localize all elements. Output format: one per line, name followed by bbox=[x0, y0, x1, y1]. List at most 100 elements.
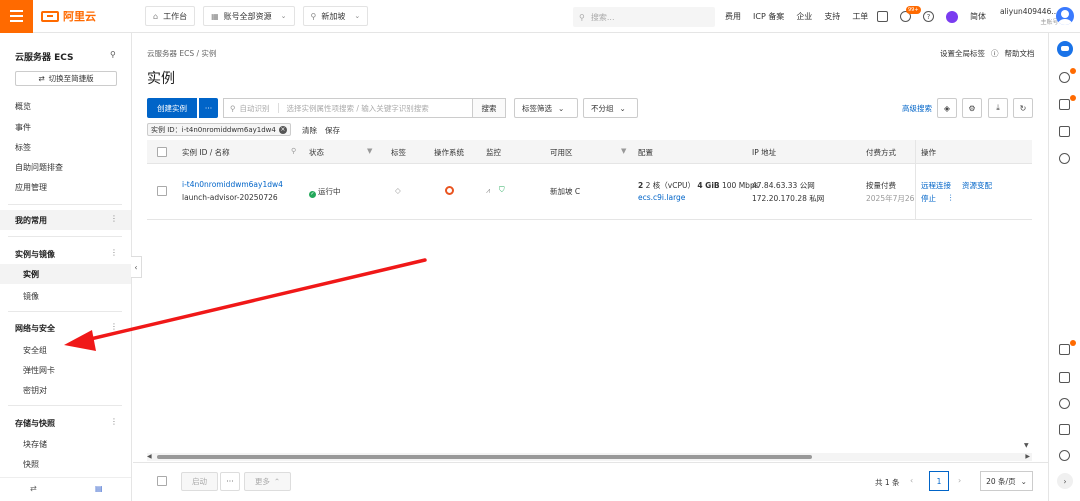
layout-icon[interactable]: ▤ bbox=[95, 484, 103, 493]
footer-select-all-checkbox[interactable] bbox=[157, 476, 167, 486]
avatar[interactable] bbox=[1056, 7, 1074, 25]
scrollbar-thumb[interactable] bbox=[157, 455, 812, 459]
download-icon[interactable]: ⤓ bbox=[988, 98, 1008, 118]
sidebar-item-tags[interactable]: 标签 bbox=[15, 142, 31, 153]
save-filter-link[interactable]: 保存 bbox=[325, 125, 340, 136]
resize-link[interactable]: 资源变配 bbox=[962, 180, 992, 191]
header-link-ticket[interactable]: 工单 bbox=[852, 11, 868, 22]
global-tag-settings-link[interactable]: 设置全局标签 bbox=[940, 48, 985, 59]
scroll-left-arrow-icon[interactable]: ◀ bbox=[147, 453, 152, 460]
list-icon[interactable] bbox=[1059, 126, 1070, 137]
help-docs-link[interactable]: 帮助文档 bbox=[1005, 48, 1035, 59]
inbox-icon[interactable] bbox=[1059, 99, 1070, 110]
sidebar-item-keypairs[interactable]: 密钥对 bbox=[23, 385, 47, 396]
more-vertical-icon[interactable]: ⋮ bbox=[110, 248, 118, 257]
filter-icon[interactable]: ▼ bbox=[367, 147, 372, 155]
scroll-down-arrow-icon[interactable]: ▼ bbox=[1024, 442, 1029, 449]
sidebar-group-network-security[interactable]: 网络与安全 bbox=[15, 323, 55, 334]
more-actions-dropdown[interactable]: 更多 ⌃ bbox=[244, 472, 291, 491]
sidebar-group-favorites[interactable]: 我的常用 bbox=[15, 215, 47, 226]
create-instance-button[interactable]: 创建实例 bbox=[147, 98, 197, 118]
close-icon[interactable]: × bbox=[278, 125, 287, 134]
switch-version-button[interactable]: ⇄ 切换至简捷版 bbox=[15, 71, 117, 86]
more-vertical-icon[interactable]: ⋮ bbox=[110, 214, 118, 223]
language-switch[interactable]: 简体 bbox=[970, 11, 986, 22]
sidebar-item-eni[interactable]: 弹性网卡 bbox=[23, 365, 55, 376]
instance-id-link[interactable]: i-t4n0nromiddwm6ay1dw4 bbox=[182, 180, 283, 189]
search-icon[interactable]: ⚲ bbox=[110, 50, 116, 59]
calendar-icon[interactable] bbox=[1059, 372, 1070, 383]
global-search-input[interactable]: ⚲ 搜索... bbox=[573, 7, 715, 27]
scroll-right-arrow-icon[interactable]: ▶ bbox=[1025, 453, 1030, 460]
message-icon[interactable] bbox=[877, 11, 888, 22]
sidebar-item-app-management[interactable]: 应用管理 bbox=[15, 182, 47, 193]
sidebar-item-snapshots[interactable]: 快照 bbox=[23, 459, 39, 470]
more-vertical-icon[interactable]: ⋮ bbox=[110, 322, 118, 331]
layers-icon[interactable]: ◈ bbox=[937, 98, 957, 118]
more-vertical-icon[interactable]: ⋮ bbox=[947, 193, 955, 202]
prev-page-chevron-left-icon[interactable]: ‹ bbox=[910, 476, 913, 485]
start-button[interactable]: 启动 bbox=[181, 472, 218, 491]
account-scope-dropdown[interactable]: ▦ 账号全部资源 ⌄ bbox=[203, 6, 295, 26]
search-button[interactable]: 搜索 bbox=[473, 98, 506, 118]
breadcrumb[interactable]: 云服务器 ECS / 实例 bbox=[147, 48, 216, 59]
sidebar-item-overview[interactable]: 概览 bbox=[15, 101, 31, 112]
header-link-enterprise[interactable]: 企业 bbox=[796, 11, 812, 22]
instance-search-input[interactable]: ⚲ 自动识别 选择实例属性项搜索 / 输入关键字识别搜索 bbox=[223, 98, 473, 118]
user-info[interactable]: aliyun409446... 主账号 bbox=[1000, 6, 1059, 28]
search-mode-label[interactable]: 自动识别 bbox=[240, 103, 270, 114]
create-more-button[interactable]: ··· bbox=[199, 98, 218, 118]
footer-more-dots-button[interactable]: ··· bbox=[220, 472, 240, 491]
filter-icon[interactable]: ▼ bbox=[621, 147, 626, 155]
expand-chevron-right-icon[interactable]: › bbox=[1057, 473, 1073, 489]
header-link-billing[interactable]: 费用 bbox=[725, 11, 741, 22]
next-page-chevron-right-icon[interactable]: › bbox=[958, 476, 961, 485]
ai-bot-icon[interactable] bbox=[1057, 41, 1073, 57]
sidebar-item-instances[interactable]: 实例 bbox=[23, 269, 39, 280]
swap-icon[interactable]: ⇄ bbox=[30, 484, 37, 493]
instance-type-link[interactable]: ecs.c9i.large bbox=[638, 193, 685, 202]
clear-filter-link[interactable]: 清除 bbox=[302, 125, 317, 136]
aliyun-logo[interactable]: 阿里云 bbox=[41, 8, 103, 24]
help-icon[interactable]: ? bbox=[923, 11, 934, 22]
gear-icon[interactable] bbox=[1059, 398, 1070, 409]
search-icon[interactable] bbox=[1059, 72, 1070, 83]
row-checkbox[interactable] bbox=[157, 186, 167, 196]
sidebar-group-instances-images[interactable]: 实例与镜像 bbox=[15, 249, 55, 260]
group-by-dropdown[interactable]: 不分组 ⌄ bbox=[583, 98, 638, 118]
help-icon[interactable] bbox=[1059, 153, 1070, 164]
select-all-checkbox[interactable] bbox=[157, 147, 167, 157]
horizontal-scrollbar[interactable]: ◀ ▶ bbox=[147, 453, 1032, 461]
header-link-support[interactable]: 支持 bbox=[824, 11, 840, 22]
sidebar-collapse-chevron-left-icon[interactable]: ‹ bbox=[131, 256, 142, 278]
tag-icon[interactable]: ◇ bbox=[395, 186, 401, 195]
bell-icon[interactable]: 99+ bbox=[900, 6, 921, 22]
sidebar-item-block-storage[interactable]: 块存储 bbox=[23, 439, 47, 450]
advanced-search-link[interactable]: 高级搜索 bbox=[902, 103, 932, 114]
chart-icon[interactable]: ⩘ bbox=[486, 186, 490, 196]
stop-link[interactable]: 停止 bbox=[921, 193, 936, 204]
refresh-icon[interactable]: ↻ bbox=[1013, 98, 1033, 118]
sidebar-item-security-groups[interactable]: 安全组 bbox=[23, 345, 47, 356]
current-page[interactable]: 1 bbox=[929, 471, 949, 491]
sidebar-item-images[interactable]: 镜像 bbox=[23, 291, 39, 302]
tag-filter-dropdown[interactable]: 标签筛选 ⌄ bbox=[514, 98, 578, 118]
page-size-dropdown[interactable]: 20 条/页 ⌄ bbox=[980, 471, 1033, 491]
sidebar-group-storage-snapshots[interactable]: 存储与快照 bbox=[15, 418, 55, 429]
more-vertical-icon[interactable]: ⋮ bbox=[110, 417, 118, 426]
edit-icon[interactable] bbox=[1059, 424, 1070, 435]
sidebar-item-events[interactable]: 事件 bbox=[15, 122, 31, 133]
ai-assistant-icon[interactable] bbox=[946, 10, 958, 23]
search-icon[interactable]: ⚲ bbox=[291, 147, 296, 155]
header-link-icp[interactable]: ICP 备案 bbox=[753, 11, 784, 22]
workbench-button[interactable]: ⌂ 工作台 bbox=[145, 6, 196, 26]
gear-icon[interactable]: ⚙ bbox=[962, 98, 982, 118]
region-dropdown[interactable]: ⚲ 新加坡 ⌄ bbox=[302, 6, 369, 26]
remote-connect-link[interactable]: 远程连接 bbox=[921, 180, 951, 191]
document-icon[interactable] bbox=[1059, 344, 1070, 355]
hamburger-menu-icon[interactable] bbox=[0, 0, 33, 33]
headset-icon[interactable] bbox=[1059, 450, 1070, 461]
sidebar-item-troubleshoot[interactable]: 自助问题排查 bbox=[15, 162, 63, 173]
logo-mark-icon bbox=[41, 10, 59, 22]
shield-check-icon[interactable]: ⛉ bbox=[499, 185, 505, 195]
